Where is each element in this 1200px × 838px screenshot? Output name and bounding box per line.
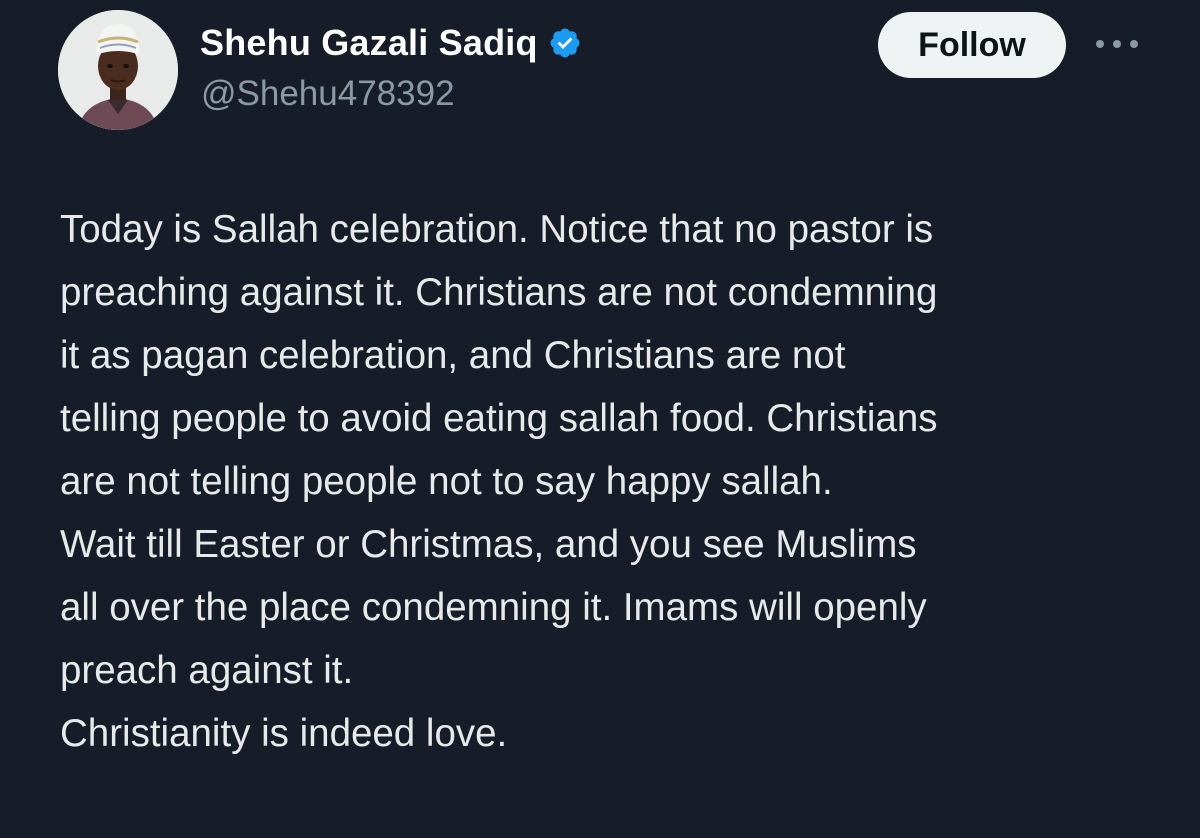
tweet-text-line: it as pagan celebration, and Christians … <box>60 334 846 377</box>
tweet-text-line: preaching against it. Christians are not… <box>60 271 938 314</box>
author-name-row: Shehu Gazali Sadiq <box>200 22 582 64</box>
tweet-text-line: Today is Sallah celebration. Notice that… <box>60 208 934 251</box>
more-horizontal-icon[interactable] <box>1096 32 1138 56</box>
tweet-card: Shehu Gazali Sadiq @Shehu478392 Follow T… <box>0 0 1200 838</box>
tweet-text-line: preach against it. <box>60 649 354 692</box>
more-dot <box>1130 40 1138 48</box>
author-display-name[interactable]: Shehu Gazali Sadiq <box>200 22 538 64</box>
tweet-text-line: Christianity is indeed love. <box>60 712 508 755</box>
tweet-text-line: all over the place condemning it. Imams … <box>60 586 927 629</box>
follow-button[interactable]: Follow <box>878 12 1066 78</box>
avatar-image <box>58 10 178 130</box>
tweet-text-line: Wait till Easter or Christmas, and you s… <box>60 523 917 566</box>
author-avatar[interactable] <box>58 10 178 130</box>
author-handle[interactable]: @Shehu478392 <box>201 74 455 114</box>
verified-badge-icon <box>550 28 580 58</box>
more-dot <box>1113 40 1121 48</box>
tweet-text-line: are not telling people not to say happy … <box>60 460 833 503</box>
more-dot <box>1096 40 1104 48</box>
tweet-text: Today is Sallah celebration. Notice that… <box>60 198 1160 765</box>
tweet-text-line: telling people to avoid eating sallah fo… <box>60 397 938 440</box>
